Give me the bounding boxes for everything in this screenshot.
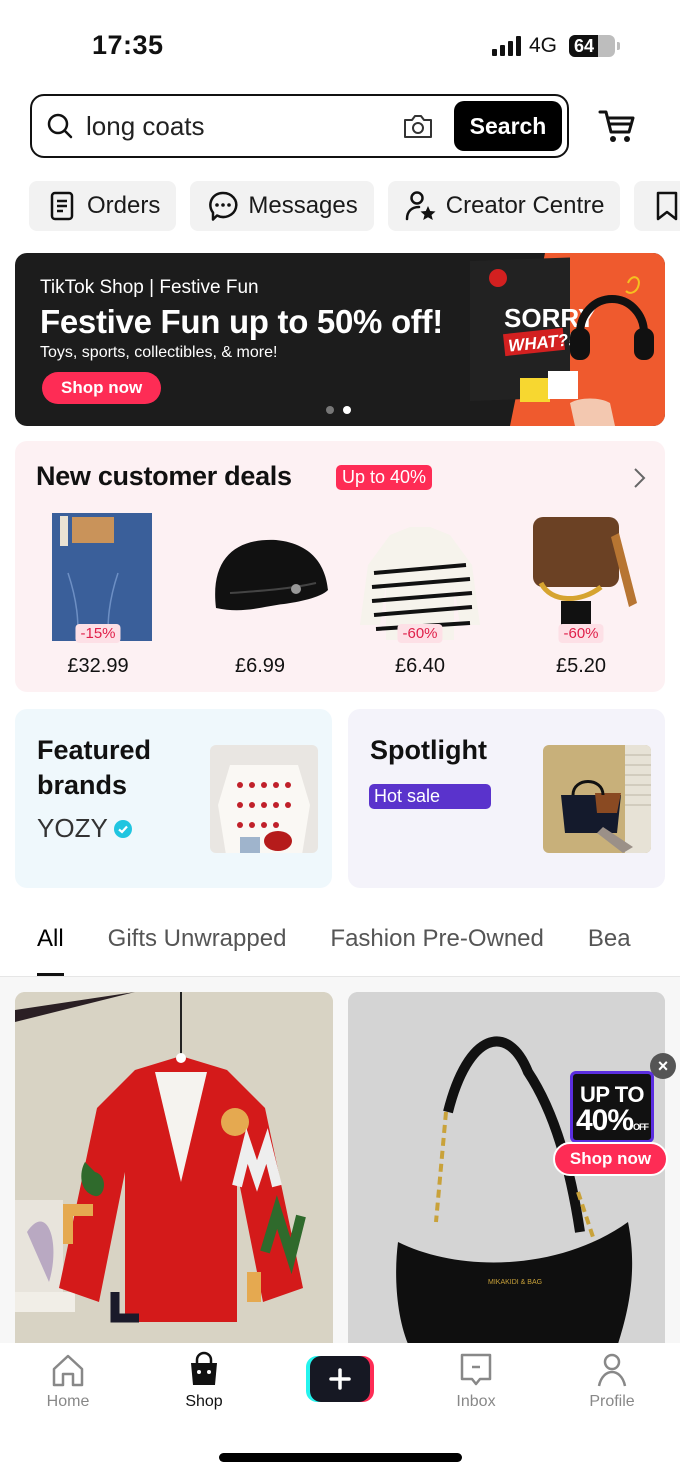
search-input[interactable] (86, 110, 386, 142)
banner-subtitle: Toys, sports, collectibles, & more! (40, 344, 278, 361)
deal-discount: -60% (558, 624, 604, 643)
promo-card[interactable]: UP TO 40%OFF (570, 1071, 659, 1143)
chip-label: Messages (248, 192, 358, 219)
messages-icon (209, 191, 238, 221)
deal-price: £6.99 (234, 655, 286, 677)
title-line: Featured (37, 735, 152, 765)
signal-icon (491, 36, 521, 56)
network-type: 4G (528, 34, 557, 57)
deals-title: New customer deals (36, 461, 292, 491)
nav-label: Inbox (456, 1393, 496, 1410)
chip-label: Creator Centre (445, 192, 605, 219)
new-customer-deals[interactable]: New customer deals Up to 40% -15% £32.99… (15, 441, 665, 692)
promo-percent: 40% (575, 1104, 634, 1137)
nav-home[interactable]: Home (18, 1351, 118, 1411)
nav-label: Profile (589, 1393, 635, 1410)
banner-product-image: SORRY WHAT?! (470, 253, 665, 426)
banner-shop-now-button[interactable]: Shop now (42, 372, 162, 404)
promo-popup: × UP TO 40%OFF Shop now (553, 1053, 676, 1178)
home-indicator[interactable] (219, 1453, 462, 1462)
deal-image-jeans: -15% (38, 513, 158, 643)
chip-messages[interactable]: Messages (190, 181, 374, 231)
deal-item[interactable]: £6.99 (195, 513, 328, 683)
tab-fashion-pre-owned[interactable]: Fashion Pre-Owned (330, 925, 543, 953)
title-line: brands (37, 770, 128, 800)
creator-icon (405, 191, 436, 221)
status-time: 17:35 (92, 30, 164, 60)
featured-brand-image (210, 745, 318, 853)
promo-banner[interactable]: TikTok Shop | Festive Fun Festive Fun up… (15, 253, 665, 426)
promo-off: OFF (633, 1122, 649, 1132)
nav-shop[interactable]: Shop (154, 1351, 254, 1411)
featured-brands-card[interactable]: Featured brands YOZY (15, 709, 332, 888)
featured-brand: YOZY (37, 813, 132, 844)
category-tabs: All Gifts Unwrapped Fashion Pre-Owned Bea (37, 925, 631, 976)
bookmark-icon (657, 191, 678, 221)
deal-price: £5.20 (555, 655, 607, 677)
hot-sale-badge: Hot sale (369, 784, 491, 809)
battery-icon: 64 (569, 35, 615, 57)
chip-creator-centre[interactable]: Creator Centre (387, 181, 621, 231)
banner-kicker: TikTok Shop | Festive Fun (40, 277, 259, 298)
nav-label: Shop (185, 1393, 223, 1410)
battery-percent: 64 (574, 36, 595, 56)
spotlight-card[interactable]: Spotlight Hot sale (348, 709, 665, 888)
promo-line-1: UP TO (580, 1082, 644, 1107)
tab-gifts-unwrapped[interactable]: Gifts Unwrapped (108, 925, 287, 953)
chip-orders[interactable]: Orders (29, 181, 177, 231)
promo-shop-now-button[interactable]: Shop now (553, 1142, 668, 1176)
nav-inbox[interactable]: Inbox (426, 1351, 526, 1411)
deal-image-cap (200, 513, 328, 643)
featured-brands-title: Featured brands (37, 733, 151, 803)
tab-all[interactable]: All (37, 925, 64, 976)
deal-item[interactable]: -60% £6.40 (355, 513, 485, 683)
banner-title: Festive Fun up to 50% off! (40, 303, 443, 340)
deal-discount: -15% (75, 624, 121, 643)
promo-line-2: 40%OFF (573, 1106, 651, 1142)
status-indicators: 4G 64 (491, 34, 620, 58)
nav-label: Home (46, 1393, 90, 1410)
spotlight-title: Spotlight (370, 735, 487, 765)
bag-brand-text: MIKAKIDI & BAG (488, 1279, 542, 1286)
product-card[interactable] (15, 992, 333, 1344)
nav-profile[interactable]: Profile (562, 1351, 662, 1411)
spotlight-image (543, 745, 651, 853)
carousel-dot[interactable] (326, 406, 334, 414)
tab-bea[interactable]: Bea (588, 925, 631, 953)
quick-links: Orders Messages Creator Centre (29, 181, 680, 231)
carousel-dot[interactable] (343, 406, 351, 414)
chip-bookmarks[interactable] (634, 181, 680, 231)
carousel-dots (326, 406, 351, 414)
orders-icon (50, 191, 74, 221)
brand-name: YOZY (37, 813, 108, 843)
inbox-icon (460, 1353, 492, 1386)
search-row: Search (30, 94, 650, 158)
deal-price: £32.99 (67, 655, 129, 677)
home-icon (52, 1354, 84, 1387)
search-box[interactable]: Search (30, 94, 569, 158)
deal-discount: -60% (397, 624, 443, 643)
deal-price: £6.40 (394, 655, 446, 677)
verified-icon (113, 819, 132, 838)
deals-badge: Up to 40% (336, 465, 433, 490)
create-plus-icon[interactable] (306, 1356, 374, 1402)
deal-image-sweater: -60% (360, 513, 480, 643)
profile-icon (597, 1353, 627, 1387)
search-icon (47, 113, 73, 139)
deal-item[interactable]: -15% £32.99 (33, 513, 163, 683)
search-button[interactable]: Search (454, 101, 562, 151)
status-bar: 17:35 4G 64 (0, 0, 680, 90)
shop-bag-icon (191, 1351, 217, 1385)
battery-tip (617, 42, 620, 50)
product-image-cardigan (15, 992, 333, 1344)
deal-item[interactable]: -60% £5.20 (516, 513, 646, 683)
cart-icon[interactable] (598, 108, 636, 144)
deal-image-bag: -60% (521, 513, 641, 643)
camera-icon[interactable] (402, 112, 434, 140)
chip-label: Orders (87, 192, 161, 219)
chevron-right-icon[interactable] (631, 466, 647, 490)
